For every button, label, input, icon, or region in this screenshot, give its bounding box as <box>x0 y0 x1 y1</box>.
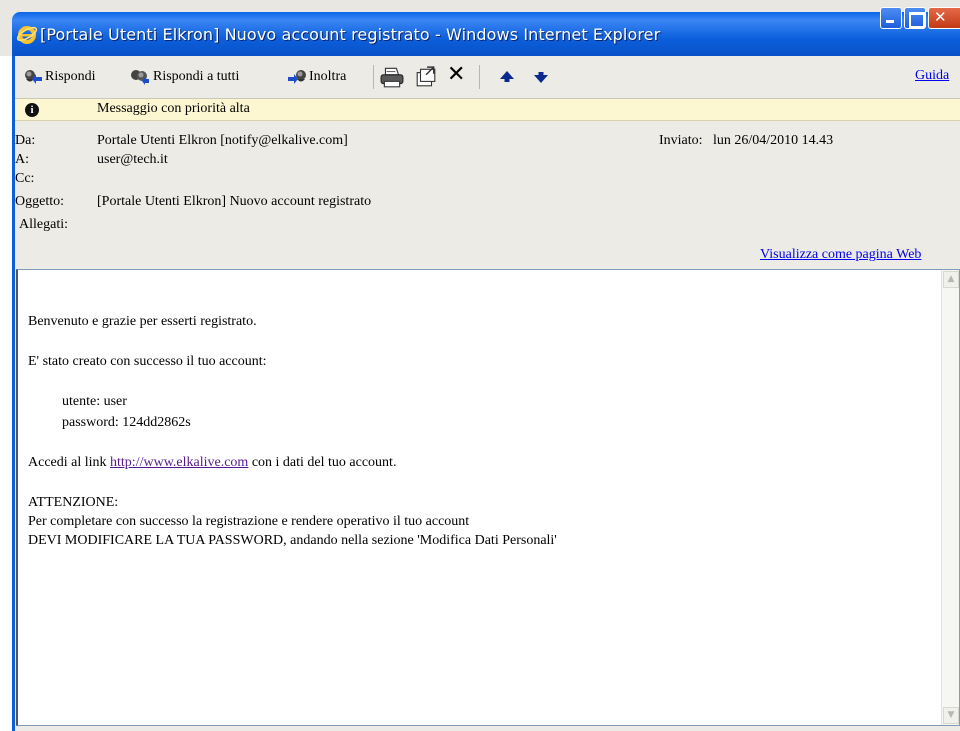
sent-value: lun 26/04/2010 14.43 <box>713 133 834 148</box>
from-value[interactable]: Portale Utenti Elkron [notify@elkalive.c… <box>97 133 348 149</box>
info-icon: i <box>25 103 39 117</box>
close-window-button[interactable] <box>928 7 960 29</box>
maximize-button[interactable] <box>904 7 926 29</box>
body-line-instruction-1: Per completare con successo la registraz… <box>28 514 470 529</box>
to-label: A: <box>15 152 29 167</box>
title-bar: [Portale Utenti Elkron] Nuovo account re… <box>0 0 960 56</box>
scroll-up-button[interactable]: ▲ <box>943 271 959 288</box>
previous-message-button[interactable] <box>497 66 519 88</box>
body-line-attention: ATTENZIONE: <box>28 495 119 510</box>
from-label: Da: <box>15 133 36 148</box>
cc-label: Cc: <box>15 171 35 186</box>
body-line-welcome: Benvenuto e grazie per esserti registrat… <box>28 314 257 329</box>
toolbar: Rispondi Rispondi a tutti Inoltra ✕ Guid… <box>15 56 960 99</box>
body-line-user: utente: user <box>62 394 127 409</box>
message-body-pane[interactable]: Benvenuto e grazie per esserti registrat… <box>16 269 960 726</box>
access-suffix: con i dati del tuo account. <box>248 455 397 470</box>
elkalive-link[interactable]: http://www.elkalive.com <box>110 455 248 470</box>
arrow-up-icon <box>500 71 514 82</box>
toolbar-separator <box>373 65 374 89</box>
subject-value: [Portale Utenti Elkron] Nuovo account re… <box>97 194 372 209</box>
move-folder-icon <box>416 66 436 87</box>
body-line-password: password: 124dd2862s <box>62 415 191 430</box>
help-link[interactable]: Guida <box>915 68 949 84</box>
body-line-access: Accedi al link http://www.elkalive.com c… <box>28 455 396 471</box>
attachments-label: Allegati: <box>19 217 68 232</box>
subject-label: Oggetto: <box>15 194 64 209</box>
reply-all-button[interactable]: Rispondi a tutti <box>129 66 239 88</box>
body-line-instruction-2: DEVI MODIFICARE LA TUA PASSWORD, andando… <box>28 533 557 548</box>
window-body: Rispondi Rispondi a tutti Inoltra ✕ Guid… <box>12 56 960 731</box>
minimize-button[interactable] <box>880 7 902 29</box>
reply-button[interactable]: Rispondi <box>23 66 96 88</box>
forward-button[interactable]: Inoltra <box>287 66 346 88</box>
toolbar-separator <box>479 65 480 89</box>
priority-banner: i Messaggio con priorità alta <box>15 99 960 121</box>
body-line-created: E' stato creato con successo il tuo acco… <box>28 354 267 369</box>
vertical-scrollbar[interactable]: ▲ ▼ <box>941 270 959 725</box>
forward-label: Inoltra <box>309 69 347 84</box>
reply-label: Rispondi <box>45 69 96 84</box>
next-message-button[interactable] <box>531 66 553 88</box>
reply-all-icon <box>131 70 149 85</box>
internet-explorer-icon <box>16 26 38 44</box>
priority-text: Messaggio con priorità alta <box>97 101 250 116</box>
reply-icon <box>25 70 42 84</box>
forward-icon <box>288 70 306 84</box>
to-value[interactable]: user@tech.it <box>97 152 168 168</box>
printer-icon <box>380 67 404 88</box>
window-title: [Portale Utenti Elkron] Nuovo account re… <box>40 24 661 44</box>
arrow-down-icon <box>534 72 548 83</box>
delete-icon: ✕ <box>447 61 466 87</box>
print-button[interactable] <box>380 66 406 88</box>
scroll-down-button[interactable]: ▼ <box>943 707 959 724</box>
title-bar-inner[interactable]: [Portale Utenti Elkron] Nuovo account re… <box>12 12 960 56</box>
move-to-folder-button[interactable] <box>415 66 439 88</box>
delete-button[interactable]: ✕ <box>447 61 466 87</box>
reply-all-label: Rispondi a tutti <box>153 69 240 84</box>
access-prefix: Accedi al link <box>28 455 111 470</box>
sent-label: Inviato: <box>659 133 703 148</box>
view-as-web-page-link[interactable]: Visualizza come pagina Web <box>760 247 921 263</box>
